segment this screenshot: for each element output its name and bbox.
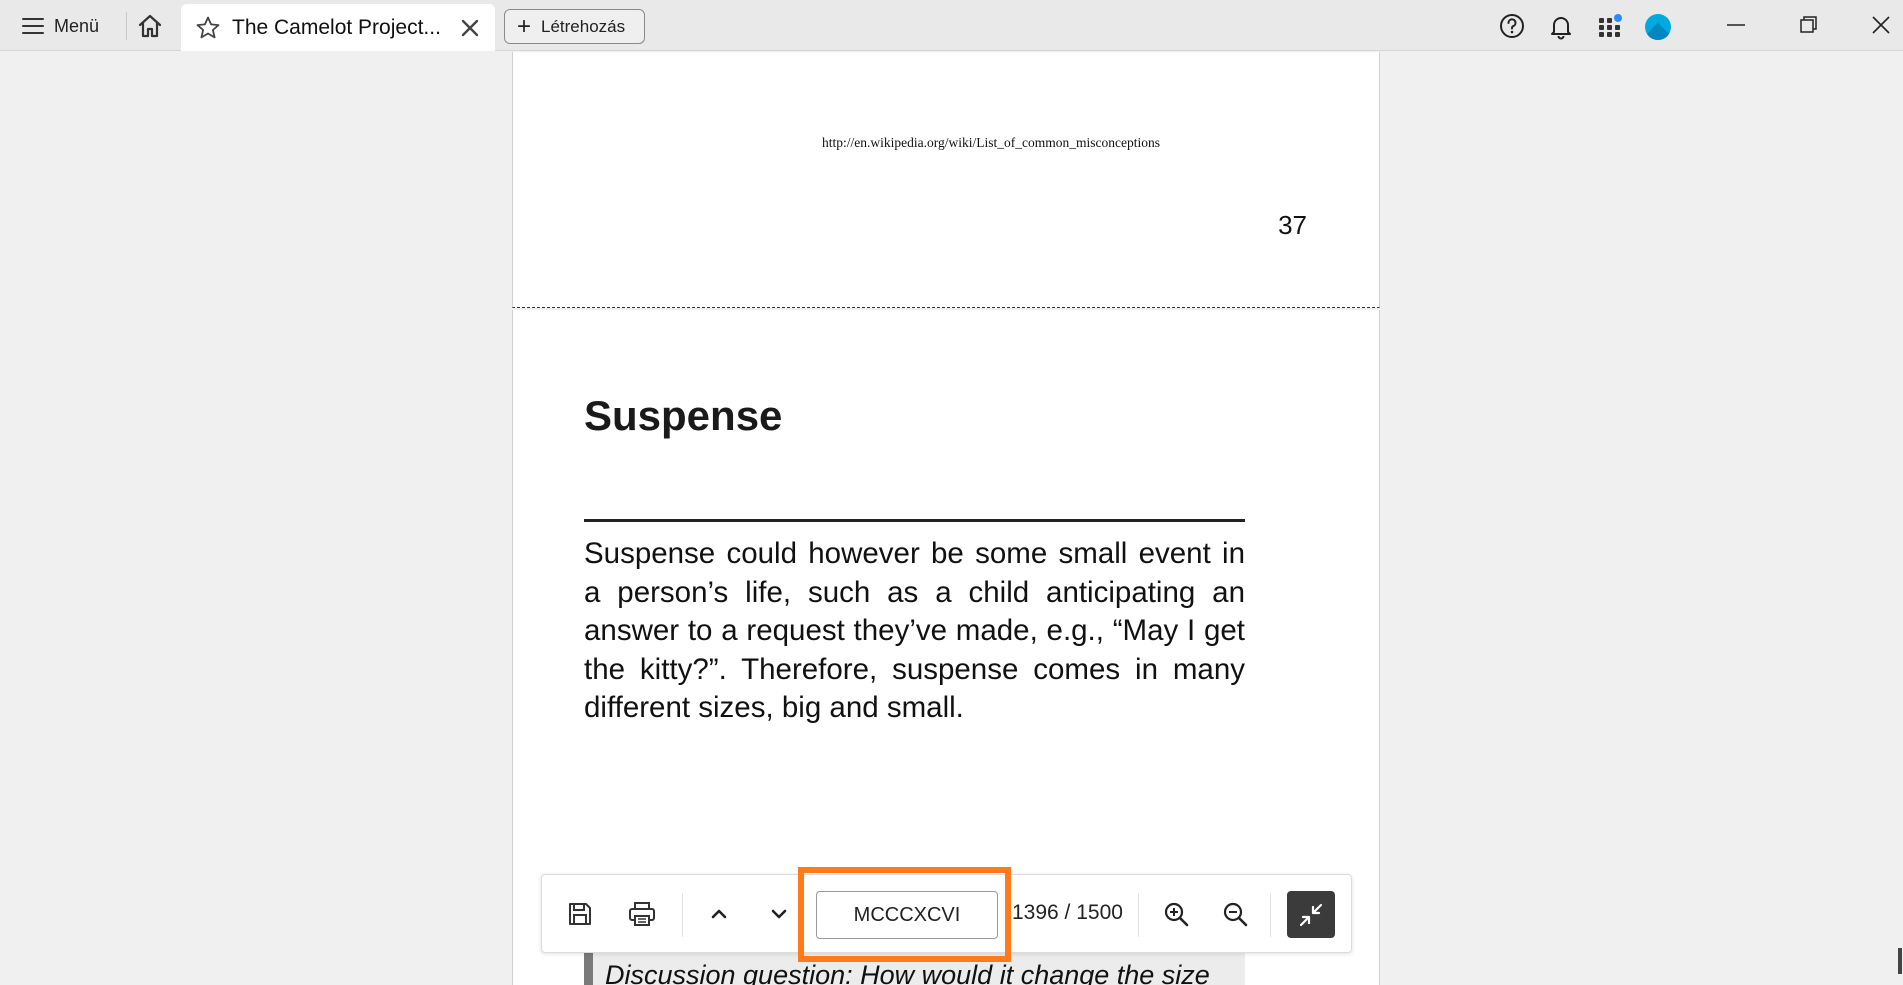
document-viewer[interactable]: http://en.wikipedia.org/wiki/List_of_com… <box>0 52 1903 985</box>
save-button[interactable] <box>563 897 597 931</box>
bell-icon[interactable] <box>1547 12 1575 40</box>
restore-icon[interactable] <box>1794 10 1824 40</box>
divider <box>1270 893 1271 937</box>
create-button[interactable]: + Létrehozás <box>504 9 645 44</box>
heading-rule <box>584 519 1245 522</box>
divider <box>126 12 127 40</box>
plus-icon: + <box>517 12 532 40</box>
divider <box>682 893 683 937</box>
minimize-icon[interactable] <box>1721 10 1751 40</box>
avatar[interactable] <box>1645 14 1671 40</box>
next-page-button[interactable] <box>762 897 796 931</box>
help-icon[interactable] <box>1498 12 1526 40</box>
body-paragraph: Suspense could however be some small eve… <box>584 537 1245 724</box>
tab-title: The Camelot Project... <box>232 15 441 39</box>
zoom-in-button[interactable] <box>1159 897 1193 931</box>
zoom-out-icon <box>1223 902 1248 927</box>
highlight-box <box>798 867 1011 962</box>
page-count: 1396 / 1500 <box>1012 901 1123 924</box>
menu-button[interactable]: Menü <box>14 10 107 42</box>
hamburger-icon <box>22 18 44 34</box>
home-icon[interactable] <box>136 12 164 40</box>
zoom-in-icon <box>1164 902 1189 927</box>
window-close-icon[interactable] <box>1866 10 1896 40</box>
tab-document[interactable]: The Camelot Project... <box>181 4 495 51</box>
zoom-out-button[interactable] <box>1218 897 1252 931</box>
footnote-url: http://en.wikipedia.org/wiki/List_of_com… <box>822 135 1160 150</box>
top-bar: Menü The Camelot Project... + Létrehozás <box>0 0 1903 51</box>
save-icon <box>569 903 591 925</box>
collapse-icon <box>1299 903 1323 926</box>
chevron-down-icon <box>771 909 787 919</box>
divider <box>1138 893 1139 937</box>
create-label: Létrehozás <box>541 16 626 36</box>
page-heading: Suspense <box>584 392 783 439</box>
page-number-input[interactable] <box>816 891 998 939</box>
menu-label: Menü <box>54 15 100 36</box>
chevron-up-icon <box>711 909 727 919</box>
pdf-toolbar: 1396 / 1500 <box>541 867 1352 962</box>
apps-grid-icon[interactable] <box>1596 12 1624 40</box>
page-number: 37 <box>1278 210 1307 240</box>
print-button[interactable] <box>625 897 659 931</box>
page-previous: http://en.wikipedia.org/wiki/List_of_com… <box>512 52 1380 308</box>
star-icon[interactable] <box>195 15 221 41</box>
print-icon <box>629 902 655 926</box>
scrollbar-thumb[interactable] <box>1898 948 1902 974</box>
exit-fullscreen-button[interactable] <box>1287 891 1335 938</box>
previous-page-button[interactable] <box>702 897 736 931</box>
close-icon[interactable] <box>459 17 481 39</box>
